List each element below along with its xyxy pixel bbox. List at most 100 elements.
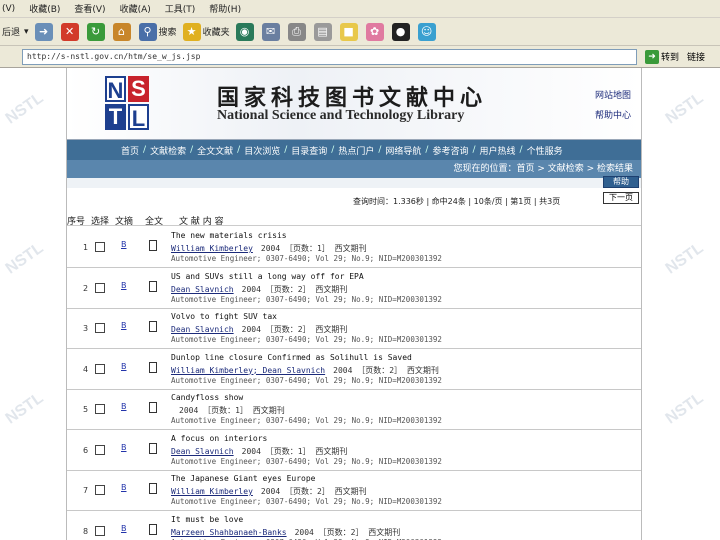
col-index: 序号 (67, 217, 86, 227)
fulltext-doc-icon[interactable] (149, 321, 157, 332)
nav-item-home[interactable]: 首页 (121, 144, 139, 157)
author-link[interactable]: William Kimberley; Dean Slavnich (171, 366, 325, 375)
fulltext-doc-icon[interactable] (149, 240, 157, 251)
row-number: 7 (83, 486, 89, 495)
fulltext-doc-icon[interactable] (149, 280, 157, 292)
watermark: NSTL (662, 239, 707, 278)
refresh-button[interactable]: ↻ (86, 22, 107, 41)
nav-item-reference[interactable]: 参考咨询 (432, 144, 468, 157)
article-title[interactable]: A focus on interiors (171, 434, 267, 443)
article-byline: Dean Slavnich 2004 ［页数：2］ 西文期刊 (171, 284, 347, 295)
author-link[interactable]: William Kimberley (171, 487, 253, 496)
flower-button[interactable]: ✿ (365, 22, 386, 41)
watermark: NSTL (662, 89, 707, 128)
home-button[interactable]: ⌂ (112, 22, 133, 41)
fulltext-doc-icon[interactable] (149, 402, 157, 413)
watermark: NSTL (662, 389, 707, 428)
home-icon: ⌂ (112, 22, 131, 41)
select-checkbox[interactable] (95, 282, 105, 293)
article-title[interactable]: US and SUVs still a long way off for EPA (171, 272, 364, 281)
select-checkbox[interactable] (95, 242, 105, 252)
abstract-link[interactable]: B (121, 483, 127, 492)
abstract-link[interactable]: B (121, 281, 127, 290)
nav-item-toc[interactable]: 目次浏览 (244, 144, 280, 157)
abstract-link[interactable]: B (121, 443, 127, 452)
media-button[interactable]: ◉ (235, 22, 256, 41)
article-title[interactable]: The Japanese Giant eyes Europe (171, 474, 316, 483)
row-number: 5 (83, 405, 89, 414)
mail-button[interactable]: ✉ (261, 22, 282, 41)
abstract-link[interactable]: B (121, 524, 127, 533)
stop-button[interactable]: ✕ (60, 22, 81, 41)
nav-item-navigation[interactable]: 网络导航 (385, 144, 421, 157)
abstract-link[interactable]: B (121, 321, 127, 330)
article-title[interactable]: It must be love (171, 515, 243, 524)
author-link[interactable]: Dean Slavnich (171, 325, 234, 334)
menu-item[interactable]: 收藏(B) (29, 2, 60, 15)
article-title[interactable]: Dunlop line closure Confirmed as Solihul… (171, 353, 412, 362)
logo-letter: L (128, 104, 149, 131)
article-title[interactable]: Volvo to fight SUV tax (171, 312, 277, 321)
select-checkbox[interactable] (95, 404, 105, 414)
menu-item[interactable]: 工具(T) (165, 2, 196, 15)
abstract-link[interactable]: B (121, 402, 127, 411)
url-input[interactable]: http://s-nstl.gov.cn/htm/se_w_js.jsp (22, 48, 637, 65)
messenger-button[interactable]: ☺ (417, 22, 438, 41)
select-checkbox[interactable] (95, 485, 105, 495)
article-title[interactable]: The new materials crisis (171, 231, 287, 240)
menu-item[interactable]: 查看(V) (74, 2, 105, 15)
qq-button[interactable]: ● (391, 22, 412, 41)
nav-item-catalog[interactable]: 目录查询 (291, 144, 327, 157)
menu-item[interactable]: 收藏(A) (120, 2, 151, 15)
forward-button[interactable]: ➜ (34, 22, 55, 41)
search-button[interactable]: ⚲ 搜索 (138, 22, 177, 41)
next-page-button[interactable]: 下一页 (603, 192, 639, 204)
print-button[interactable]: ⎙ (287, 22, 308, 41)
menu-item[interactable]: 帮助(H) (209, 2, 241, 15)
article-byline: Dean Slavnich 2004 ［页数：2］ 西文期刊 (171, 324, 347, 335)
article-title[interactable]: Candyfloss show (171, 393, 243, 402)
article-source: Automotive Engineer; 0307-6490; Vol 29; … (171, 254, 442, 263)
row-number: 2 (83, 283, 89, 293)
results-header: 序号 选择 文摘 全文 文 献 内 容 (67, 214, 641, 227)
nav-item-fulltext[interactable]: 全文文献 (197, 144, 233, 157)
fulltext-doc-icon[interactable] (149, 361, 157, 373)
article-source: Automotive Engineer; 0307-6490; Vol 29; … (171, 497, 442, 506)
author-link[interactable]: Dean Slavnich (171, 285, 234, 294)
nav-item-personal[interactable]: 个性服务 (527, 144, 563, 157)
select-checkbox[interactable] (95, 525, 105, 536)
help-button[interactable]: 帮助 (603, 176, 639, 188)
favorites-button[interactable]: ★ 收藏夹 (182, 22, 230, 41)
article-byline: 2004 ［页数：1］ 西文期刊 (171, 405, 285, 416)
note-button[interactable]: ■ (339, 22, 360, 41)
back-button[interactable]: 后退 ▾ (2, 25, 29, 39)
select-checkbox[interactable] (95, 363, 105, 374)
abstract-link[interactable]: B (121, 240, 127, 249)
go-button[interactable]: ➜ 转到 (645, 49, 679, 64)
nav-item-portal[interactable]: 热点门户 (338, 144, 374, 157)
select-checkbox[interactable] (95, 444, 105, 455)
row-number: 3 (83, 324, 89, 333)
abstract-link[interactable]: B (121, 362, 127, 371)
site-banner: N S T L 国家科技图书文献中心 National Science and … (67, 68, 641, 140)
author-link[interactable]: Dean Slavnich (171, 447, 234, 456)
nav-item-search[interactable]: 文献检索 (150, 144, 186, 157)
fulltext-doc-icon[interactable] (149, 483, 157, 494)
sitemap-link[interactable]: 网站地图 (595, 86, 631, 106)
fulltext-doc-icon[interactable] (149, 523, 157, 535)
side-links: 网站地图 帮助中心 (595, 86, 631, 126)
select-checkbox[interactable] (95, 323, 105, 333)
forward-icon: ➜ (34, 22, 53, 41)
search-icon: ⚲ (138, 22, 157, 41)
menu-item[interactable]: (V) (2, 4, 15, 14)
site-title-en: National Science and Technology Library (217, 108, 465, 123)
article-meta: 2004 ［页数：2］ 西文期刊 (294, 527, 401, 537)
author-link[interactable]: William Kimberley (171, 244, 253, 253)
edit-button[interactable]: ▤ (313, 22, 334, 41)
help-center-link[interactable]: 帮助中心 (595, 106, 631, 126)
row-number: 1 (83, 243, 89, 252)
links-label[interactable]: 链接 (687, 50, 705, 63)
author-link[interactable]: Marzeen Shahbanaeh-Banks (171, 528, 287, 537)
fulltext-doc-icon[interactable] (149, 442, 157, 454)
nav-item-hotline[interactable]: 用户热线 (480, 144, 516, 157)
